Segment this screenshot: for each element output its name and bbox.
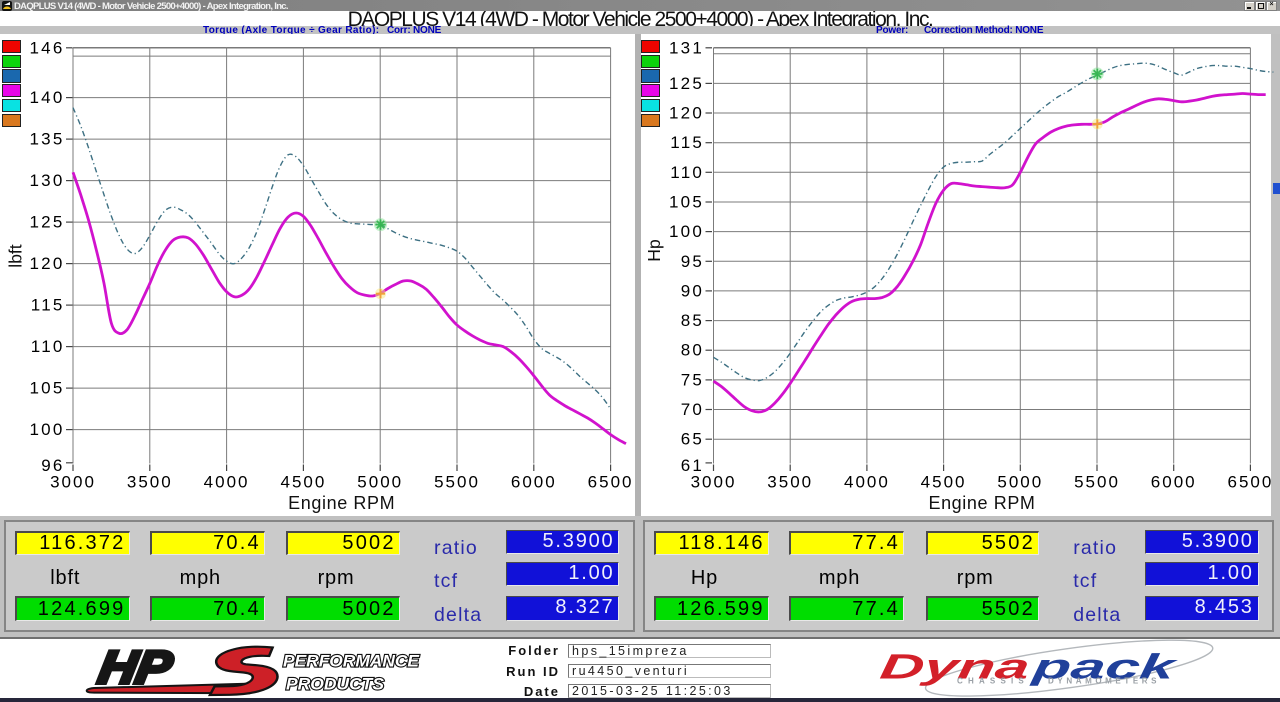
svg-text:95: 95 xyxy=(681,252,704,271)
svg-text:110: 110 xyxy=(31,337,65,356)
svg-text:6000: 6000 xyxy=(511,473,557,492)
svg-text:Engine RPM: Engine RPM xyxy=(288,493,395,513)
svg-text:DYNAMOMETERS: DYNAMOMETERS xyxy=(1048,677,1160,686)
svg-text:CHASSIS: CHASSIS xyxy=(957,677,1029,686)
svg-text:80: 80 xyxy=(681,341,704,360)
svg-text:3500: 3500 xyxy=(127,473,173,492)
svg-text:5000: 5000 xyxy=(357,473,403,492)
svg-text:100: 100 xyxy=(669,222,704,241)
svg-text:146: 146 xyxy=(30,38,65,57)
svg-text:105: 105 xyxy=(669,193,704,212)
svg-text:6000: 6000 xyxy=(1151,473,1197,492)
svg-text:5000: 5000 xyxy=(997,473,1043,492)
svg-text:120: 120 xyxy=(669,104,704,123)
svg-text:125: 125 xyxy=(30,213,65,232)
svg-text:75: 75 xyxy=(681,370,704,389)
svg-text:6500: 6500 xyxy=(588,473,634,492)
svg-text:3500: 3500 xyxy=(767,473,813,492)
svg-text:65: 65 xyxy=(681,430,704,449)
svg-text:4000: 4000 xyxy=(204,473,250,492)
svg-text:3000: 3000 xyxy=(50,473,96,492)
svg-text:Engine RPM: Engine RPM xyxy=(928,493,1035,513)
svg-text:5500: 5500 xyxy=(1074,473,1120,492)
svg-text:4500: 4500 xyxy=(280,473,326,492)
svg-text:PERFORMANCE: PERFORMANCE xyxy=(283,653,420,671)
svg-text:96: 96 xyxy=(41,456,64,475)
svg-text:4000: 4000 xyxy=(844,473,890,492)
svg-text:4500: 4500 xyxy=(921,473,967,492)
svg-text:120: 120 xyxy=(30,254,65,273)
svg-text:110: 110 xyxy=(670,163,704,182)
svg-text:3000: 3000 xyxy=(691,473,737,492)
svg-text:5500: 5500 xyxy=(434,473,480,492)
svg-text:130: 130 xyxy=(30,171,65,190)
svg-text:PRODUCTS: PRODUCTS xyxy=(286,676,384,694)
svg-text:6500: 6500 xyxy=(1227,473,1273,492)
svg-text:61: 61 xyxy=(681,456,704,475)
svg-text:90: 90 xyxy=(681,281,704,300)
svg-text:70: 70 xyxy=(681,400,704,419)
svg-text:115: 115 xyxy=(670,133,704,152)
svg-text:125: 125 xyxy=(669,74,704,93)
svg-text:135: 135 xyxy=(30,130,65,149)
svg-text:105: 105 xyxy=(30,379,65,398)
svg-text:140: 140 xyxy=(30,88,65,107)
svg-text:lbft: lbft xyxy=(6,244,26,267)
svg-text:HP: HP xyxy=(95,641,176,693)
svg-text:Hp: Hp xyxy=(644,239,664,261)
svg-text:131: 131 xyxy=(669,38,704,57)
svg-text:115: 115 xyxy=(31,296,65,315)
svg-text:100: 100 xyxy=(30,420,65,439)
svg-text:85: 85 xyxy=(681,311,704,330)
